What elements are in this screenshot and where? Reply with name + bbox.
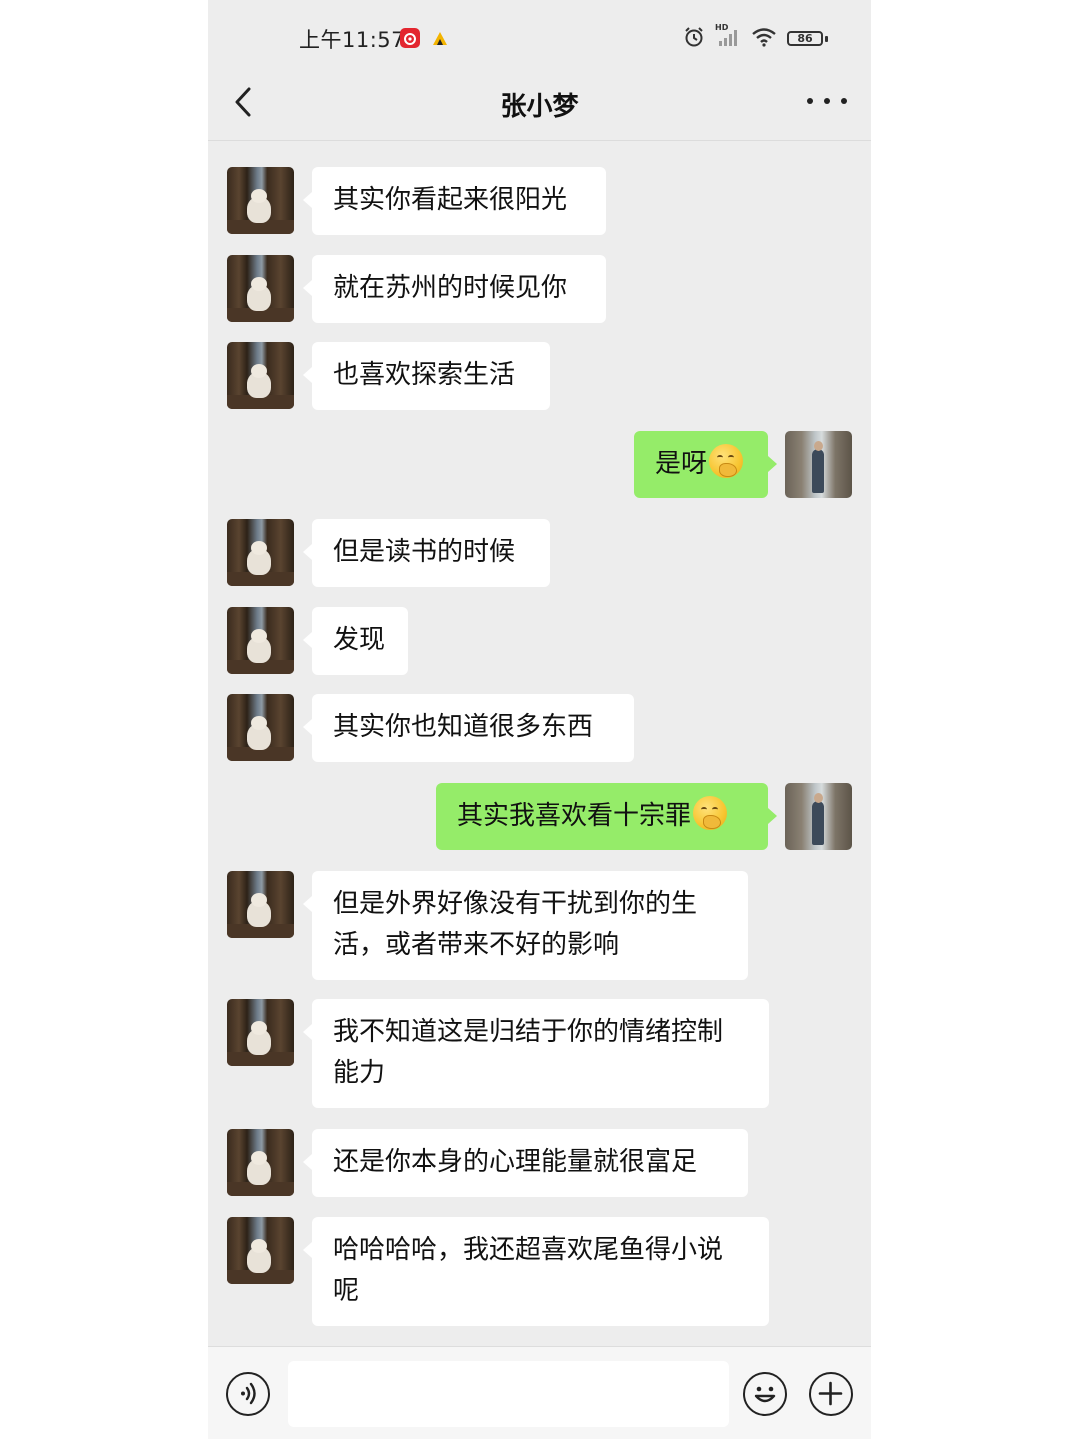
message-text: 发现	[333, 625, 386, 655]
incoming-message[interactable]: 我不知道这是归结于你的情绪控制能力	[303, 999, 769, 1108]
incoming-message[interactable]: 哈哈哈哈，我还超喜欢尾鱼得小说呢	[303, 1217, 769, 1326]
thinking-face-emoji-icon	[693, 796, 728, 830]
message-text: 就在苏州的时候见你	[333, 273, 568, 303]
message-text: 其实我喜欢看十宗罪	[457, 801, 692, 831]
message-text: 哈哈哈哈，我还超喜欢尾鱼得小说呢	[333, 1235, 724, 1306]
incoming-message[interactable]: 其实你看起来很阳光	[303, 167, 606, 235]
incoming-message[interactable]: 发现	[303, 607, 408, 675]
message-text: 还是你本身的心理能量就很富足	[333, 1147, 698, 1177]
contact-avatar[interactable]	[227, 255, 294, 322]
more-options-button[interactable]	[807, 86, 847, 116]
status-time: 上午11:57	[299, 28, 406, 52]
my-avatar[interactable]	[785, 783, 852, 850]
network-label: HD	[715, 23, 729, 32]
contact-avatar[interactable]	[227, 999, 294, 1066]
outgoing-message[interactable]: 是呀	[634, 431, 777, 498]
voice-icon	[241, 1382, 256, 1405]
battery-level: 86	[797, 32, 813, 45]
contact-avatar[interactable]	[227, 342, 294, 409]
battery-icon: 86	[787, 29, 831, 49]
contact-avatar[interactable]	[227, 1217, 294, 1284]
contact-avatar[interactable]	[227, 694, 294, 761]
cellular-signal-icon: HD	[715, 23, 741, 51]
contact-avatar[interactable]	[227, 1129, 294, 1196]
message-text: 是呀	[655, 449, 708, 479]
message-text: 我不知道这是归结于你的情绪控制能力	[333, 1017, 724, 1088]
thinking-face-emoji-icon	[709, 444, 744, 478]
message-input[interactable]	[288, 1361, 729, 1427]
message-text: 其实你也知道很多东西	[333, 712, 594, 742]
incoming-message[interactable]: 其实你也知道很多东西	[303, 694, 634, 762]
message-text: 但是读书的时候	[333, 537, 516, 567]
incoming-message[interactable]: 就在苏州的时候见你	[303, 255, 606, 323]
status-bar: 上午11:57 HD 86	[208, 0, 871, 74]
more-dot	[841, 98, 847, 104]
contact-avatar[interactable]	[227, 519, 294, 586]
incoming-message[interactable]: 也喜欢探索生活	[303, 342, 550, 410]
smile-icon	[754, 1386, 776, 1403]
outgoing-message[interactable]: 其实我喜欢看十宗罪	[436, 783, 777, 850]
contact-name: 张小梦	[500, 92, 579, 122]
more-functions-button[interactable]	[809, 1372, 853, 1416]
input-bar	[208, 1346, 871, 1439]
incoming-message[interactable]: 但是外界好像没有干扰到你的生活，或者带来不好的影响	[303, 871, 748, 980]
status-indicators: HD 86	[683, 23, 831, 52]
wifi-icon	[751, 27, 777, 51]
more-dot	[807, 98, 813, 104]
contact-avatar[interactable]	[227, 871, 294, 938]
message-text: 但是外界好像没有干扰到你的生活，或者带来不好的影响	[333, 889, 698, 960]
incoming-message[interactable]: 但是读书的时候	[303, 519, 550, 587]
emoji-button[interactable]	[743, 1372, 787, 1416]
chat-header: 张小梦	[208, 74, 871, 141]
alarm-icon	[683, 26, 705, 52]
plus-icon	[818, 1381, 843, 1406]
message-text: 也喜欢探索生活	[333, 360, 516, 390]
netease-music-icon	[400, 28, 420, 48]
my-avatar[interactable]	[785, 431, 852, 498]
incoming-message[interactable]: 还是你本身的心理能量就很富足	[303, 1129, 748, 1197]
notification-app-icon	[430, 28, 450, 48]
contact-avatar[interactable]	[227, 167, 294, 234]
voice-button[interactable]	[226, 1372, 270, 1416]
message-text: 其实你看起来很阳光	[333, 185, 568, 215]
chat-screen: 上午11:57 HD 86 张小梦 其实你看起来很阳光 就在苏州的时候见你 也喜…	[208, 0, 871, 1439]
contact-avatar[interactable]	[227, 607, 294, 674]
more-dot	[824, 98, 830, 104]
